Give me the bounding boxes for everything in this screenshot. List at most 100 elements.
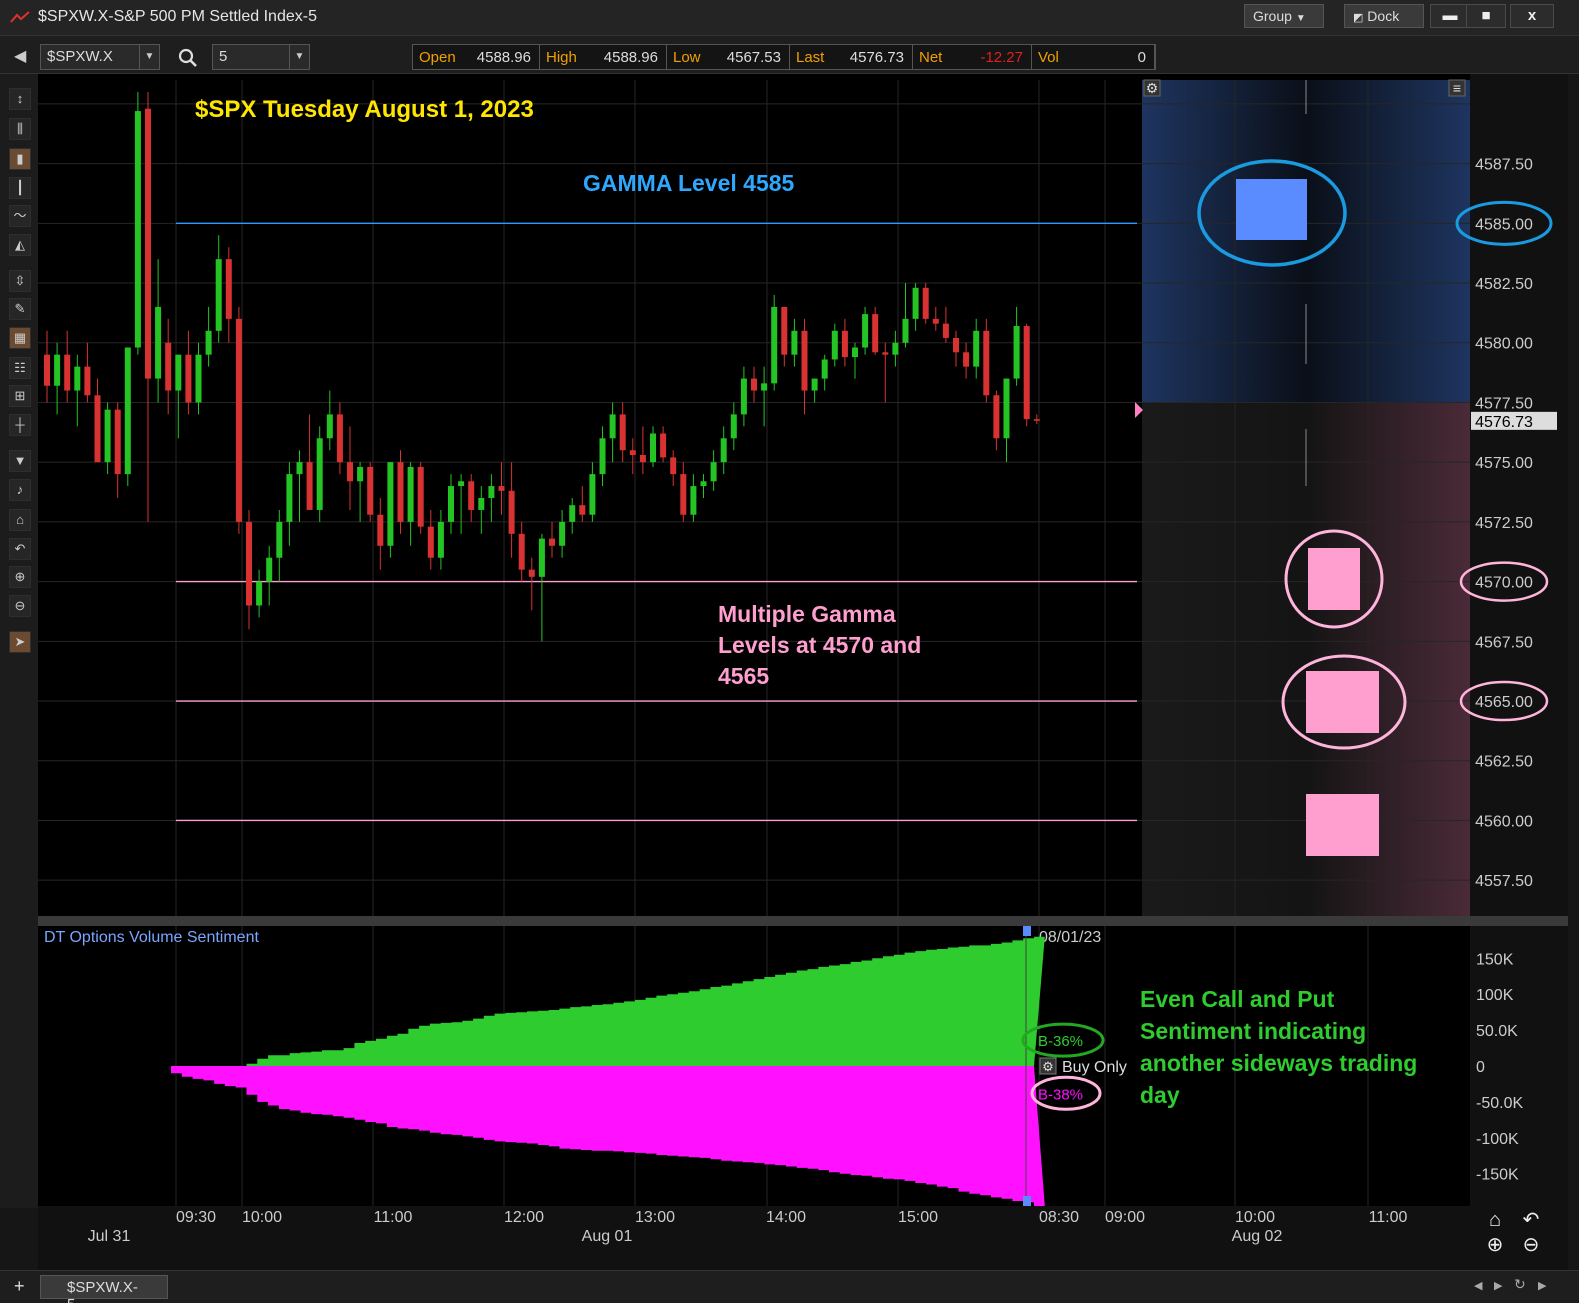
candle-body <box>700 481 707 487</box>
tab-label: $SPXW.X-5 <box>67 1279 138 1303</box>
y-tick-label: 4587.50 <box>1475 157 1533 174</box>
candle-body <box>64 354 71 391</box>
maximize-button[interactable]: ■ <box>1466 4 1506 28</box>
y-tick-label: 4567.50 <box>1475 634 1533 651</box>
candle-body <box>94 395 101 463</box>
symbol-combo[interactable]: $SPXW.X ▼ <box>40 44 160 70</box>
candlestick-icon[interactable]: ▮ <box>9 148 31 170</box>
quote-low: Low 4567.53 <box>667 45 790 69</box>
undo-icon[interactable]: ↶ <box>9 538 31 560</box>
quote-label: Vol <box>1038 48 1059 66</box>
home-icon[interactable]: ⌂ <box>9 509 31 531</box>
candle-body <box>175 354 182 391</box>
candle-body <box>518 533 525 570</box>
candle-body <box>660 433 667 458</box>
candle-body <box>619 414 626 451</box>
bar-chart-icon[interactable]: ⫼ <box>9 118 31 140</box>
bottom-bar: + $SPXW.X-5 ◀ ▶ ↻ ▶ <box>0 1270 1579 1303</box>
grid-small-icon[interactable]: ⊞ <box>9 385 31 407</box>
candle-body <box>124 347 131 475</box>
sentiment-y-tick: 100K <box>1476 987 1514 1004</box>
last-price-label: 4576.73 <box>1475 414 1533 431</box>
fit-vertical-icon[interactable]: ⇳ <box>9 270 31 292</box>
candle-body <box>377 514 384 546</box>
gear-icon-glyph: ⚙ <box>1146 80 1159 96</box>
dock-label: Dock <box>1367 8 1400 24</box>
chevron-down-icon[interactable]: ▼ <box>139 45 159 69</box>
drawing-tools-sidebar: ↕ ⫼ ▮ ┃ 〜 ◭ ⇳ ✎ ▦ ☷ ⊞ ┼ ▼ ♪ ⌂ ↶ ⊕ ⊖ ➤ <box>0 74 38 1208</box>
interval-value: 5 <box>219 48 228 65</box>
refresh-icon[interactable]: ↻ <box>1514 1276 1526 1293</box>
chart-area[interactable]: ⚙ ≡ 4587.50 4585.00 4582.50 4580.00 4577.50 457… <box>38 74 1568 1270</box>
candle-body <box>407 466 414 522</box>
sentiment-title: DT Options Volume Sentiment <box>44 929 259 946</box>
x-time-label: 10:00 <box>242 1209 282 1226</box>
zoom-out-icon[interactable]: ⊖ <box>9 595 31 617</box>
window-title: $SPXW.X-S&P 500 PM Settled Index-5 <box>38 8 317 25</box>
search-icon[interactable] <box>178 48 198 68</box>
candle-body <box>165 342 172 391</box>
close-button[interactable]: x <box>1510 4 1554 28</box>
gamma-box-4585 <box>1236 179 1307 240</box>
candle-body <box>155 306 162 379</box>
sentiment-y-tick: -150K <box>1476 1167 1519 1184</box>
sentiment-y-tick: -100K <box>1476 1131 1519 1148</box>
interval-combo[interactable]: 5 ▼ <box>212 44 310 70</box>
candle-body <box>215 259 222 331</box>
line-chart-icon[interactable]: 〜 <box>9 205 31 227</box>
candle-body <box>902 318 909 343</box>
candle-body <box>912 287 919 319</box>
candle-body <box>397 462 404 522</box>
annotation-line: 4565 <box>718 663 769 689</box>
area-chart-icon[interactable]: ◭ <box>9 234 31 256</box>
candle-body <box>963 352 970 367</box>
sentiment-y-tick: -50.0K <box>1476 1095 1523 1112</box>
candle-body <box>942 323 949 338</box>
plus-icon[interactable]: + <box>14 1276 25 1297</box>
candle-body <box>862 314 869 348</box>
candle-body <box>145 108 151 379</box>
zoom-in-icon[interactable]: ⊕ <box>9 566 31 588</box>
drawing-pen-icon[interactable]: ✎ <box>9 298 31 320</box>
dock-button[interactable]: ◩ Dock <box>1344 4 1424 28</box>
home-icon: ⌂ <box>1489 1209 1501 1231</box>
crosshair-icon[interactable]: ┼ <box>9 414 31 436</box>
candle-body <box>246 521 252 606</box>
scroll-end-icon[interactable]: ▶ <box>1538 1279 1546 1292</box>
table-icon[interactable]: ☷ <box>9 357 31 379</box>
chart-title: $SPX Tuesday August 1, 2023 <box>195 96 534 123</box>
buy-only-label: Buy Only <box>1062 1059 1127 1076</box>
cursor-cross-icon[interactable]: ↕ <box>9 88 31 110</box>
sentiment-y-tick: 150K <box>1476 951 1514 968</box>
candle-body <box>973 330 980 367</box>
chart-tab[interactable]: $SPXW.X-5 <box>40 1275 168 1303</box>
quote-high: High 4588.96 <box>540 45 667 69</box>
candle-body <box>498 486 505 491</box>
candle-body <box>852 347 858 358</box>
x-time-label: 09:30 <box>176 1209 216 1226</box>
candle-body <box>225 259 232 319</box>
grid-icon[interactable]: ▦ <box>9 327 31 349</box>
quote-label: High <box>546 48 577 66</box>
note-icon[interactable]: ♪ <box>9 479 31 501</box>
annotation-line: day <box>1140 1082 1180 1108</box>
minimize-button[interactable]: ▬ <box>1430 4 1470 28</box>
candle-body <box>650 433 656 463</box>
collapse-left-icon[interactable]: ◀ <box>14 46 26 66</box>
marker-icon[interactable]: ▼ <box>9 450 31 472</box>
sentiment-date-label: 08/01/23 <box>1039 929 1101 946</box>
symbol-value: $SPXW.X <box>47 48 113 65</box>
panel-divider[interactable] <box>38 916 1568 926</box>
scroll-right-icon[interactable]: ▶ <box>1494 1279 1502 1292</box>
scroll-marker[interactable] <box>1023 926 1031 936</box>
chevron-down-icon[interactable]: ▼ <box>289 45 309 69</box>
ohlc-icon[interactable]: ┃ <box>9 177 31 199</box>
scroll-left-icon[interactable]: ◀ <box>1474 1279 1482 1292</box>
group-button[interactable]: Group ▼ <box>1244 4 1324 28</box>
scroll-marker[interactable] <box>1023 1196 1031 1206</box>
candle-body <box>326 414 333 439</box>
dock-icon: ◩ <box>1353 12 1364 24</box>
gamma-box-4565 <box>1306 671 1379 733</box>
y-tick-label: 4557.50 <box>1475 873 1533 890</box>
pointer-icon[interactable]: ➤ <box>9 631 31 653</box>
